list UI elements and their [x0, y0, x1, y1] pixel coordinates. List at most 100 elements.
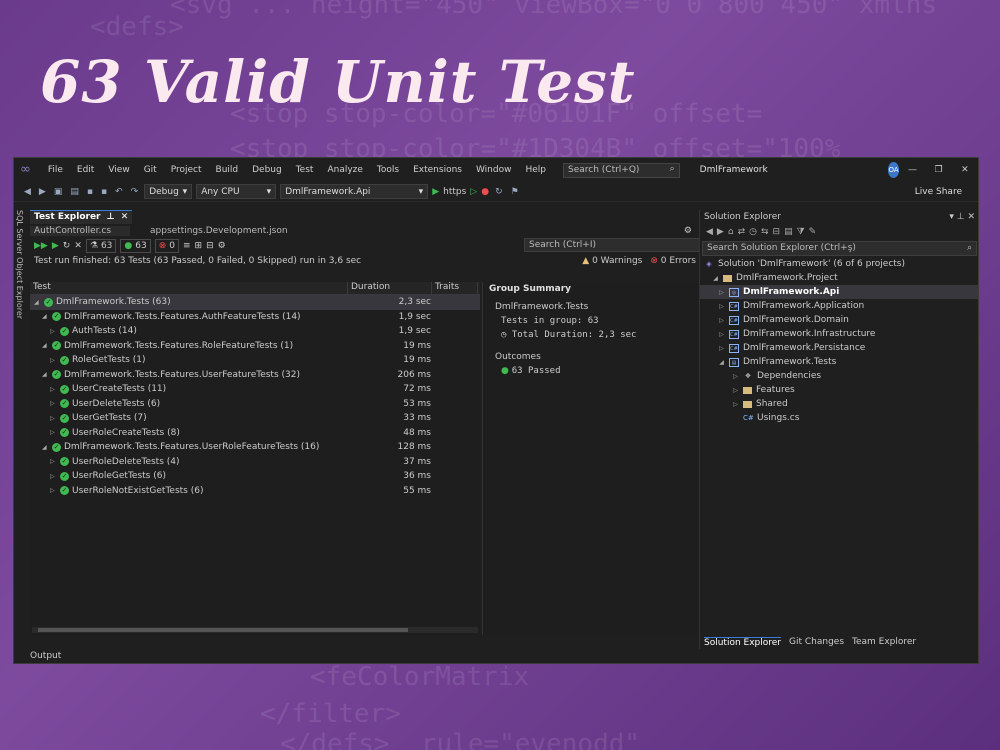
collapsed-icon[interactable]: ▷ — [718, 331, 725, 338]
menu-window[interactable]: Window — [469, 165, 519, 175]
collapsed-icon[interactable]: ▷ — [50, 328, 57, 335]
tab-git-changes[interactable]: Git Changes — [789, 637, 844, 647]
passed-outcome[interactable]: 63 Passed — [512, 366, 561, 376]
tab-auth-controller[interactable]: AuthController.cs — [30, 225, 130, 236]
menu-tools[interactable]: Tools — [370, 165, 406, 175]
back-icon[interactable]: ◀ — [706, 227, 713, 237]
run-icon[interactable]: ▶ — [432, 187, 439, 197]
expand-all-icon[interactable]: ⊟ — [206, 241, 214, 251]
live-share-button[interactable]: Live Share — [915, 187, 962, 197]
solution-search-input[interactable]: Search Solution Explorer (Ctrl+ş) ⌕ — [702, 241, 977, 256]
collapsed-icon[interactable]: ▷ — [718, 289, 725, 296]
home-icon[interactable]: ⌂ — [728, 227, 734, 237]
expanded-icon[interactable]: ◢ — [42, 444, 49, 451]
test-row[interactable]: ▷ ✓ RoleGetTests (1) 19 ms — [30, 353, 480, 368]
tree-node-folder[interactable]: ▷ Features — [700, 383, 978, 397]
playlist-icon[interactable]: ≡ — [183, 241, 191, 251]
collapsed-icon[interactable]: ▷ — [50, 357, 57, 364]
close-icon[interactable]: ✕ — [121, 212, 129, 223]
expanded-icon[interactable]: ◢ — [718, 359, 725, 366]
global-search-input[interactable]: Search (Ctrl+Q) ⌕ — [563, 162, 680, 178]
collapsed-icon[interactable]: ▷ — [732, 373, 739, 380]
history-icon[interactable]: ◷ — [749, 227, 757, 237]
tab-appsettings[interactable]: appsettings.Development.json — [130, 225, 288, 236]
switch-views-icon[interactable]: ⇄ — [738, 227, 746, 237]
filter-icon[interactable]: ⧩ — [797, 227, 805, 237]
redo-icon[interactable]: ↷ — [129, 187, 141, 197]
sync-icon[interactable]: ⇆ — [761, 227, 769, 237]
tree-node-project[interactable]: ▷ ◎ DmlFramework.Api — [700, 285, 978, 299]
collapsed-icon[interactable]: ▷ — [718, 303, 725, 310]
column-test[interactable]: Test — [30, 282, 348, 294]
tree-node-dependencies[interactable]: ▷ ❖ Dependencies — [700, 369, 978, 383]
test-row[interactable]: ◢ ✓ DmlFramework.Tests.Features.UserRoleFe… — [30, 440, 480, 455]
tree-node-project[interactable]: ▷ C# DmlFramework.Infrastructure — [700, 327, 978, 341]
test-row[interactable]: ◢ ✓ DmlFramework.Tests.Features.UserFeatur… — [30, 368, 480, 383]
menu-edit[interactable]: Edit — [70, 165, 101, 175]
tab-solution-explorer[interactable]: Solution Explorer — [704, 636, 781, 648]
close-icon[interactable]: ✕ — [967, 212, 975, 222]
platform-dropdown[interactable]: Any CPU ▾ — [196, 184, 277, 199]
save-all-icon[interactable]: ▪ — [99, 187, 109, 197]
repeat-run-icon[interactable]: ↻ — [63, 241, 71, 251]
forward-icon[interactable]: ▶ — [717, 227, 724, 237]
test-row[interactable]: ▷ ✓ UserRoleDeleteTests (4) 37 ms — [30, 455, 480, 470]
horizontal-scrollbar[interactable] — [32, 627, 478, 633]
tree-node-project[interactable]: ▷ C# DmlFramework.Domain — [700, 313, 978, 327]
menu-debug[interactable]: Debug — [245, 165, 289, 175]
test-row[interactable]: ▷ ✓ AuthTests (14) 1,9 sec — [30, 324, 480, 339]
warnings-indicator[interactable]: ▲ 0 Warnings — [582, 256, 642, 266]
avatar[interactable]: OA — [887, 162, 900, 178]
menu-extensions[interactable]: Extensions — [406, 165, 469, 175]
startup-project-dropdown[interactable]: DmlFramework.Api ▾ — [280, 184, 429, 199]
test-row[interactable]: ▷ ✓ UserRoleNotExistGetTests (6) 55 ms — [30, 484, 480, 499]
forward-icon[interactable]: ▶ — [37, 187, 48, 197]
menu-help[interactable]: Help — [518, 165, 553, 175]
properties-icon[interactable]: ✎ — [809, 227, 817, 237]
pin-icon[interactable]: ⊥ — [957, 212, 965, 222]
scrollbar-thumb[interactable] — [38, 628, 408, 632]
undo-icon[interactable]: ↶ — [113, 187, 125, 197]
minimize-icon[interactable]: — — [899, 165, 925, 175]
run-target-button[interactable]: https — [443, 187, 466, 197]
bookmark-icon[interactable]: ⚑ — [509, 187, 521, 197]
tree-node-solution[interactable]: ◈ Solution 'DmlFramework' (6 of 6 project… — [700, 257, 978, 271]
open-folder-icon[interactable]: ▤ — [68, 187, 81, 197]
refresh-icon[interactable]: ↻ — [493, 187, 505, 197]
run-icon[interactable]: ▶ — [52, 241, 59, 251]
show-all-files-icon[interactable]: ▤ — [784, 227, 793, 237]
total-tests-filter[interactable]: ⚗ 63 — [85, 238, 117, 253]
expanded-icon[interactable]: ◢ — [712, 275, 719, 282]
errors-indicator[interactable]: ⊗ 0 Errors — [650, 256, 696, 266]
collapsed-icon[interactable]: ▷ — [50, 458, 57, 465]
sql-server-object-explorer-tab[interactable]: SQL Server Object Explorer — [15, 210, 24, 319]
cancel-icon[interactable]: ✕ — [74, 241, 82, 251]
test-row[interactable]: ▷ ✓ UserRoleCreateTests (8) 48 ms — [30, 426, 480, 441]
tree-node-folder[interactable]: ◢ DmlFramework.Project — [700, 271, 978, 285]
run-all-icon[interactable]: ▶▶ — [34, 241, 48, 251]
collapsed-icon[interactable]: ▷ — [50, 415, 57, 422]
back-icon[interactable]: ◀ — [22, 187, 33, 197]
close-icon[interactable]: ✕ — [952, 165, 978, 175]
collapsed-icon[interactable]: ▷ — [718, 345, 725, 352]
collapsed-icon[interactable]: ▷ — [50, 400, 57, 407]
tree-node-folder[interactable]: ▷ Shared — [700, 397, 978, 411]
expanded-icon[interactable]: ◢ — [42, 342, 49, 349]
collapsed-icon[interactable]: ▷ — [718, 317, 725, 324]
test-row[interactable]: ▷ ✓ UserCreateTests (11) 72 ms — [30, 382, 480, 397]
save-icon[interactable]: ▪ — [85, 187, 95, 197]
test-row[interactable]: ◢ ✓ DmlFramework.Tests.Features.AuthFeatur… — [30, 310, 480, 325]
passed-tests-filter[interactable]: ● 63 — [120, 238, 151, 253]
tab-team-explorer[interactable]: Team Explorer — [852, 637, 916, 647]
menu-build[interactable]: Build — [209, 165, 246, 175]
collapsed-icon[interactable]: ▷ — [50, 473, 57, 480]
expanded-icon[interactable]: ◢ — [42, 371, 49, 378]
new-project-icon[interactable]: ▣ — [52, 187, 65, 197]
collapsed-icon[interactable]: ▷ — [50, 487, 57, 494]
menu-analyze[interactable]: Analyze — [320, 165, 369, 175]
menu-view[interactable]: View — [101, 165, 136, 175]
hot-reload-icon[interactable]: ● — [481, 187, 489, 197]
test-row[interactable]: ◢ ✓ DmlFramework.Tests (63) 2,3 sec — [30, 295, 480, 310]
pin-icon[interactable]: ⊥ — [107, 212, 115, 223]
expanded-icon[interactable]: ◢ — [34, 299, 41, 306]
